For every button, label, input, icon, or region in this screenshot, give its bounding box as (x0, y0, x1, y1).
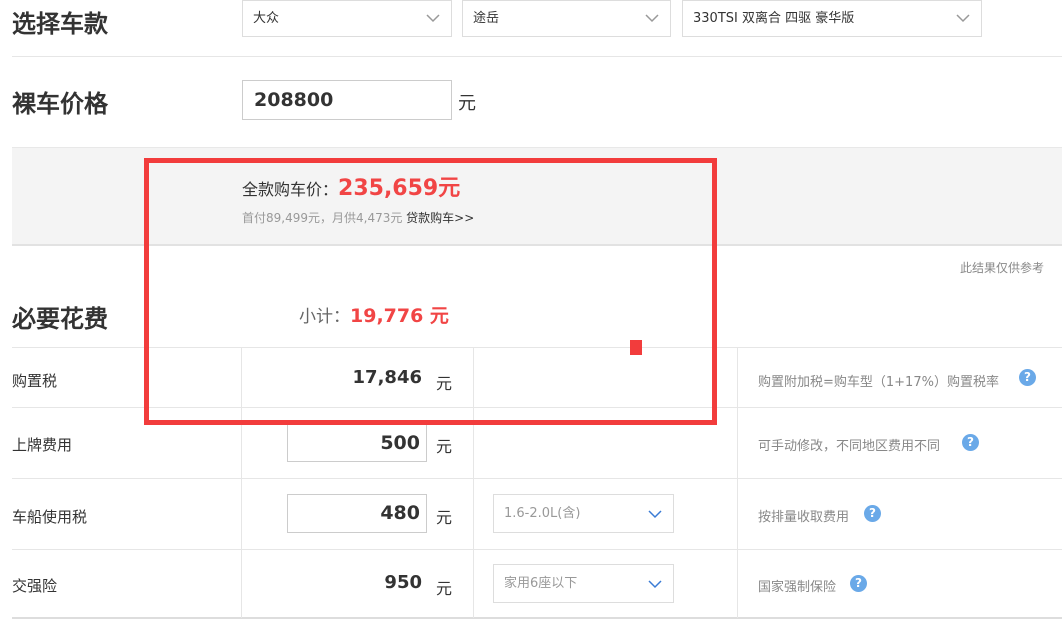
model-select[interactable]: 途岳 (462, 0, 671, 37)
model-select-value: 途岳 (473, 11, 500, 26)
table-col-divider (737, 347, 738, 618)
row-note-vehicle-tax: 按排量收取费用 (758, 510, 850, 525)
row-label-license-fee: 上牌费用 (12, 436, 73, 454)
row-value-license-fee: 500 (380, 432, 420, 454)
chevron-down-icon (645, 14, 659, 23)
row-note-compulsory-insurance: 国家强制保险 (758, 580, 837, 595)
displacement-select[interactable]: 1.6-2.0L(含) (493, 494, 674, 533)
vehicle-tax-input[interactable]: 480 (287, 494, 427, 533)
section-title-select-car: 选择车款 (12, 10, 108, 38)
row-unit: 元 (436, 508, 453, 527)
seat-count-select[interactable]: 家用6座以下 (493, 564, 674, 603)
annotation-marker (630, 340, 642, 355)
chevron-down-icon (648, 510, 662, 519)
bare-price-value: 208800 (254, 89, 334, 111)
divider (12, 56, 1062, 57)
chevron-down-icon (426, 14, 440, 23)
brand-select-value: 大众 (253, 11, 280, 26)
row-label-vehicle-tax: 车船使用税 (12, 508, 88, 526)
table-divider (12, 478, 1062, 479)
row-unit: 元 (436, 437, 453, 456)
question-circle-icon[interactable]: ? (962, 434, 979, 451)
version-select-value: 330TSI 双离合 四驱 豪华版 (693, 11, 855, 26)
disclaimer: 此结果仅供参考 (960, 261, 1045, 275)
table-divider (12, 617, 1062, 619)
question-circle-icon[interactable]: ? (1019, 369, 1036, 386)
bare-price-input[interactable]: 208800 (242, 80, 452, 120)
section-title-required: 必要花费 (12, 305, 108, 333)
row-value-compulsory-insurance: 950 (384, 572, 422, 593)
question-circle-icon[interactable]: ? (850, 575, 867, 592)
bare-price-unit: 元 (458, 93, 476, 114)
row-label-compulsory-insurance: 交强险 (12, 577, 58, 595)
chevron-down-icon (956, 14, 970, 23)
seat-count-select-value: 家用6座以下 (504, 576, 578, 591)
row-label-purchase-tax: 购置税 (12, 372, 58, 390)
version-select[interactable]: 330TSI 双离合 四驱 豪华版 (682, 0, 982, 37)
table-divider (12, 549, 1062, 550)
row-note-license-fee: 可手动修改，不同地区费用不同 (758, 439, 941, 454)
row-value-vehicle-tax: 480 (380, 502, 420, 524)
brand-select[interactable]: 大众 (242, 0, 452, 37)
row-note-purchase-tax: 购置附加税=购车型（1+17%）购置税率 (758, 375, 999, 390)
license-fee-input[interactable]: 500 (287, 424, 427, 462)
highlight-annotation-box (144, 158, 717, 425)
row-unit: 元 (436, 579, 453, 598)
section-title-bare-price: 裸车价格 (12, 90, 108, 118)
question-circle-icon[interactable]: ? (864, 505, 881, 522)
displacement-select-value: 1.6-2.0L(含) (504, 506, 581, 521)
chevron-down-icon (648, 580, 662, 589)
